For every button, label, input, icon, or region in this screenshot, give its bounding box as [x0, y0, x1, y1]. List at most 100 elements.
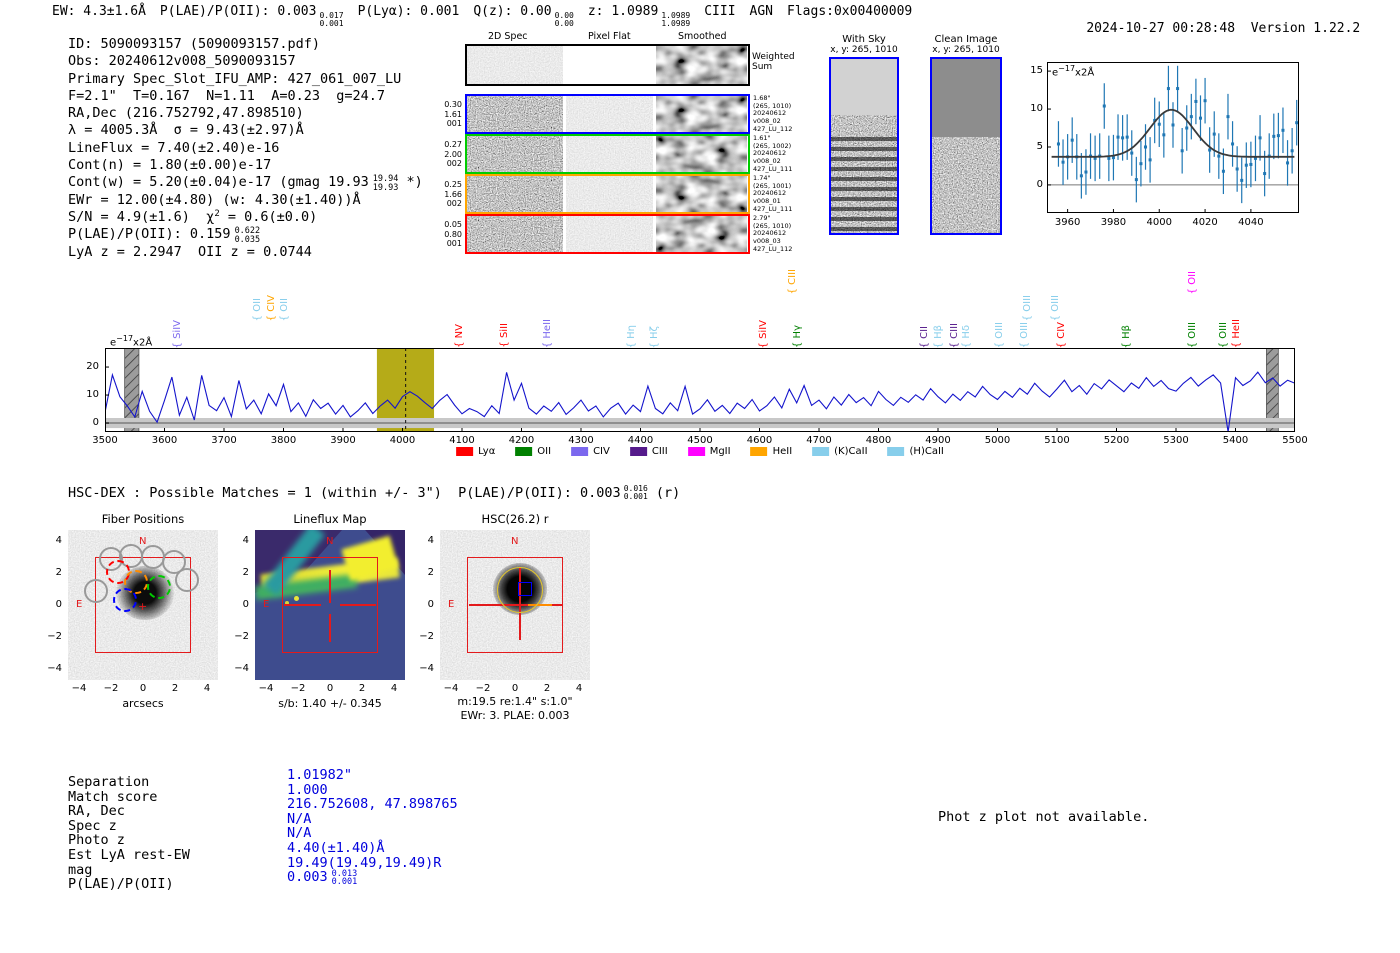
north-label: N [326, 536, 334, 547]
legend-swatch [750, 447, 768, 456]
main-xtick: 4200 [508, 435, 535, 446]
spec2d-header-pixelflat: Pixel Flat [588, 31, 631, 42]
header-ew: EW: 4.3±1.6Å [52, 4, 146, 19]
clean-image-coords: x, y: 265, 1010 [932, 45, 1000, 55]
left-label: 002 [446, 159, 462, 168]
spec2d-cell [467, 216, 563, 252]
value-text: N/A [287, 810, 312, 827]
value-text: N/A [287, 825, 312, 842]
clean-image-title: Clean Image [934, 34, 998, 45]
main-xtick: 4600 [746, 435, 773, 446]
legend-label: (K)CaII [834, 446, 868, 457]
cutout-ytick: −2 [419, 631, 434, 642]
spec2d-row [465, 94, 750, 134]
line-label-Hβ: { Hβ [1121, 324, 1133, 348]
main-xtick: 4800 [865, 435, 892, 446]
info-line: LyA z = 2.2947 OII z = 0.0744 [68, 244, 423, 261]
spec2d-row [465, 134, 750, 174]
value-text: 4.40(±1.40)Å [287, 840, 385, 856]
header-datetime-version: 2024-10-27 00:28:48 Version 1.22.2 [1055, 3, 1360, 55]
hsc-xlabel1: m:19.5 re:1.4" s:1.0" [457, 695, 573, 708]
cutout-ytick: −2 [47, 631, 62, 642]
info-text: Cont(n) = 1.80(±0.00)e-17 [68, 157, 272, 174]
line-label-CII: { CII [918, 325, 930, 348]
info-line: P(LAE)/P(OII): 0.159 0.622 0.035 [68, 226, 423, 245]
info-text: = 0.6(±0.0) [219, 209, 318, 226]
main-xtick: 4000 [389, 435, 416, 446]
cutout-xtick: 4 [203, 683, 211, 694]
right-label: 427_LU_111 [753, 204, 793, 213]
weighted-2dspec-image [467, 46, 563, 84]
info-text: λ = 4005.3Å σ = 9.43(±2.97)Å [68, 122, 304, 139]
inset-xtick: 3980 [1100, 217, 1127, 228]
crosshair-h-left [284, 604, 321, 606]
cutout-xtick: 2 [171, 683, 179, 694]
spec2d-cell [656, 96, 747, 132]
cutout-xtick: 0 [326, 683, 334, 694]
line-label-CIII: { CIII [786, 268, 798, 294]
match-label: P(LAE)/P(OII) [68, 876, 174, 893]
spec2d-cell [566, 96, 653, 132]
catalog-match-box [518, 582, 532, 596]
north-label: N [511, 536, 519, 547]
fiber-xlabel: arcsecs [122, 697, 164, 710]
spec2d-row-right-labels: 1.61" (265, 1002) 20240612 v008_02 427_LU_11… [753, 134, 792, 174]
info-line: ID: 5090093157 (5090093157.pdf) [68, 36, 423, 53]
spec2d-cell [566, 216, 653, 252]
legend-item-OII: OII [515, 446, 551, 457]
clean-image-panel [930, 57, 1002, 235]
main-xtick: 5100 [1044, 435, 1070, 446]
lineflux-xlabel: s/b: 1.40 +/- 0.345 [278, 697, 382, 710]
cutout-ytick: 4 [242, 535, 249, 546]
header-bar: EW: 4.3±1.6Å P(LAE)/P(OII): 0.003 0.017 0.… [52, 3, 926, 28]
cutout-ytick: 2 [242, 567, 249, 578]
spec2d-row [465, 174, 750, 214]
main-xtick: 3700 [211, 435, 237, 446]
info-text: P(LAE)/P(OII): 0.159 [68, 226, 231, 243]
legend-item-MgII: MgII [687, 446, 731, 457]
legend-swatch [515, 447, 533, 456]
legend-label: CIV [593, 446, 610, 457]
line-label-SiIV: { SiIV [758, 319, 770, 348]
spec2d-row [465, 214, 750, 254]
main-xtick: 3800 [270, 435, 297, 446]
cutout-ytick: 0 [55, 599, 62, 610]
fiber-positions-title: Fiber Positions [101, 512, 185, 526]
info-text: ID: 5090093157 (5090093157.pdf) [68, 36, 320, 52]
cutout-xtick: 0 [511, 683, 519, 694]
value-text: 1.01982" [287, 767, 353, 783]
main-spectrum-svg [104, 347, 1296, 433]
cutout-xtick: −2 [475, 683, 491, 694]
match-value: 19.49(19.49,19.49)R [287, 855, 441, 871]
spec2d-cell [467, 136, 563, 172]
value-hilo: 0.013 0.001 [331, 870, 358, 888]
inset-xtick: 3960 [1054, 217, 1081, 228]
line-label-Hη: { Hη [625, 324, 637, 348]
info-hilo: 0.622 0.035 [234, 227, 261, 245]
legend-item-(H)CaII: (H)CaII [887, 446, 944, 457]
legend-swatch [629, 447, 647, 456]
spec2d-row-right-labels: 1.74" (265, 1001) 20240612 v008_01 427_LU_11… [753, 174, 793, 214]
info-text: LyA z = 2.2947 OII z = 0.0744 [68, 243, 312, 260]
plae-hilo: 0.017 0.001 [319, 11, 344, 28]
value-text: 19.49(19.49,19.49)R [287, 854, 442, 871]
photz-note: Phot z plot not available. [938, 809, 1150, 825]
match-label: Separation [68, 774, 150, 790]
match-value: 1.000 [287, 782, 328, 798]
main-xtick: 5300 [1163, 435, 1189, 446]
weighted-sum-label: Weighted Sum [752, 52, 795, 72]
header-agn-flag: AGN [749, 4, 774, 19]
selected-fiber-circle [147, 574, 171, 599]
legend-item-Lyα: Lyα [456, 446, 495, 457]
spec2d-cell [566, 176, 653, 212]
lo: 0.035 [234, 234, 261, 245]
match-value: 4.40(±1.40)Å [287, 840, 385, 856]
lo: 0.001 [331, 877, 358, 888]
cutout-xtick: −4 [71, 683, 87, 694]
line-label-CIV: { CIV [265, 294, 277, 321]
info-line: S/N = 4.9(±1.6) χ2 = 0.6(±0.0) [68, 209, 423, 226]
cutout-xtick: −2 [290, 683, 306, 694]
main-xtick: 3600 [151, 435, 178, 446]
match-label: mag [68, 861, 93, 878]
match-value: 1.01982" [287, 767, 352, 783]
